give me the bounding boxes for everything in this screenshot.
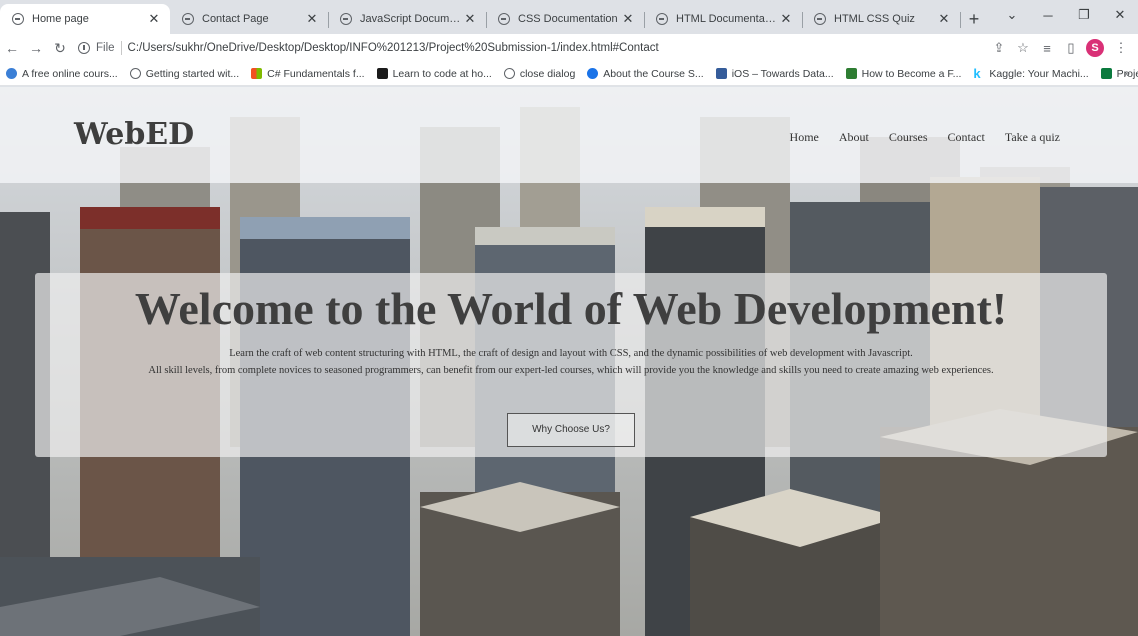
address-bar[interactable]: File C:/Users/sukhr/OneDrive/Desktop/Des… xyxy=(78,36,986,60)
tab-title: HTML Documentation xyxy=(676,13,778,25)
tab-title: JavaScript Documentation xyxy=(360,13,462,25)
close-tab-icon[interactable]: ✕ xyxy=(936,11,952,27)
bookmark-item[interactable]: Getting started wit... xyxy=(129,67,240,80)
bookmark-favicon xyxy=(6,68,17,79)
nav-home[interactable]: Home xyxy=(790,130,819,145)
tab-title: HTML CSS Quiz xyxy=(834,13,915,25)
page-viewport: WebED Home About Courses Contact Take a … xyxy=(0,87,1138,636)
hero-text-line-1: Learn the craft of web content structuri… xyxy=(229,348,913,359)
bookmark-label: Kaggle: Your Machi... xyxy=(989,67,1089,80)
bookmark-item[interactable]: k Kaggle: Your Machi... xyxy=(973,66,1089,81)
tab-title: Home page xyxy=(32,13,89,25)
close-tab-icon[interactable]: ✕ xyxy=(304,11,320,27)
bookmark-label: About the Course S... xyxy=(603,67,704,80)
bookmark-star-icon[interactable]: ☆ xyxy=(1012,37,1034,59)
microsoft-icon xyxy=(251,68,263,79)
bookmark-label: iOS – Towards Data... xyxy=(731,67,834,80)
globe-icon xyxy=(129,68,141,79)
bookmarks-bar: A free online cours... Getting started w… xyxy=(0,62,1138,86)
career-site-icon xyxy=(845,68,857,79)
globe-icon xyxy=(182,13,194,25)
bookmark-item[interactable]: C# Fundamentals f... xyxy=(251,67,365,80)
back-arrow-icon[interactable]: ← xyxy=(0,36,24,60)
close-tab-icon[interactable]: ✕ xyxy=(146,11,162,27)
restore-icon[interactable]: ❐ xyxy=(1066,0,1102,30)
address-toolbar: ← → ↻ File C:/Users/sukhr/OneDrive/Deskt… xyxy=(0,34,1138,62)
bookmark-label: A free online cours... xyxy=(22,67,118,80)
window-controls: ⌄ ─ ❐ ✕ xyxy=(994,0,1138,30)
reading-list-icon[interactable]: ≡ xyxy=(1036,37,1058,59)
new-tab-button[interactable]: + xyxy=(960,4,988,34)
menu-kebab-icon[interactable]: ⋮ xyxy=(1110,37,1132,59)
hero-title: Welcome to the World of Web Development! xyxy=(134,283,1008,334)
tab-html-documentation[interactable]: HTML Documentation ✕ xyxy=(644,4,803,34)
tab-css-documentation[interactable]: CSS Documentation ✕ xyxy=(486,4,645,34)
bookmark-label: Learn to code at ho... xyxy=(392,67,492,80)
address-scheme: File xyxy=(96,42,115,54)
kaggle-icon: k xyxy=(973,66,981,81)
bookmark-label: Getting started wit... xyxy=(145,67,240,80)
tab-strip: Home page ✕ Contact Page ✕ JavaScript Do… xyxy=(0,0,1138,34)
bookmark-item[interactable]: Project English Clas... xyxy=(1100,68,1138,80)
forward-arrow-icon[interactable]: → xyxy=(24,36,48,60)
close-tab-icon[interactable]: ✕ xyxy=(620,11,636,27)
classroom-icon xyxy=(1100,68,1112,79)
profile-avatar[interactable]: S xyxy=(1086,39,1104,57)
bookmark-item[interactable]: About the Course S... xyxy=(587,67,704,80)
hero-text-line-2: All skill levels, from complete novices … xyxy=(148,365,994,376)
globe-icon xyxy=(12,13,24,25)
tab-title: Contact Page xyxy=(202,13,269,25)
nav-about[interactable]: About xyxy=(839,130,869,145)
tab-search-icon[interactable]: ⌄ xyxy=(994,0,1030,30)
close-tab-icon[interactable]: ✕ xyxy=(462,11,478,27)
tab-home-page[interactable]: Home page ✕ xyxy=(0,4,170,34)
bookmark-label: C# Fundamentals f... xyxy=(267,67,365,80)
globe-icon xyxy=(498,13,510,25)
bookmark-item[interactable]: Learn to code at ho... xyxy=(376,67,492,80)
globe-icon xyxy=(814,13,826,25)
nav-courses[interactable]: Courses xyxy=(889,130,928,145)
globe-icon xyxy=(656,13,668,25)
side-panel-icon[interactable]: ▯ xyxy=(1060,37,1082,59)
toolbar-icons: ⇪ ☆ ≡ ▯ S ⋮ xyxy=(986,37,1132,59)
globe-icon xyxy=(340,13,352,25)
hero-panel: Welcome to the World of Web Development!… xyxy=(35,273,1107,457)
address-url[interactable]: C:/Users/sukhr/OneDrive/Desktop/Desktop/… xyxy=(128,42,659,54)
info-icon[interactable] xyxy=(78,42,90,54)
why-choose-us-button[interactable]: Why Choose Us? xyxy=(507,413,635,447)
minimize-icon[interactable]: ─ xyxy=(1030,0,1066,30)
bookmark-item[interactable]: close dialog xyxy=(503,67,576,80)
tab-javascript-documentation[interactable]: JavaScript Documentation ✕ xyxy=(328,4,487,34)
site-logo[interactable]: WebED xyxy=(74,117,194,152)
close-window-icon[interactable]: ✕ xyxy=(1102,0,1138,30)
close-tab-icon[interactable]: ✕ xyxy=(778,11,794,27)
tab-title: CSS Documentation xyxy=(518,13,618,25)
globe-icon xyxy=(503,68,515,79)
tab-contact-page[interactable]: Contact Page ✕ xyxy=(170,4,329,34)
tab-separator xyxy=(960,12,961,28)
bookmarks-overflow-icon[interactable]: » xyxy=(1124,68,1130,80)
bookmark-item[interactable]: iOS – Towards Data... xyxy=(715,67,834,80)
bookmark-label: How to Become a F... xyxy=(861,67,962,80)
bookmark-item[interactable]: How to Become a F... xyxy=(845,67,962,80)
site-nav: Home About Courses Contact Take a quiz xyxy=(770,130,1060,145)
address-divider xyxy=(120,41,122,55)
bookmark-item[interactable]: A free online cours... xyxy=(6,68,118,80)
reload-icon[interactable]: ↻ xyxy=(48,36,72,60)
site-header: WebED Home About Courses Contact Take a … xyxy=(0,87,1138,183)
nav-contact[interactable]: Contact xyxy=(948,130,985,145)
tab-html-css-quiz[interactable]: HTML CSS Quiz ✕ xyxy=(802,4,961,34)
bookmark-label: close dialog xyxy=(519,67,576,80)
blog-site-icon xyxy=(715,68,727,79)
course-site-icon xyxy=(587,68,599,79)
code-site-icon xyxy=(376,68,388,79)
share-icon[interactable]: ⇪ xyxy=(988,37,1010,59)
nav-take-a-quiz[interactable]: Take a quiz xyxy=(1005,130,1060,145)
